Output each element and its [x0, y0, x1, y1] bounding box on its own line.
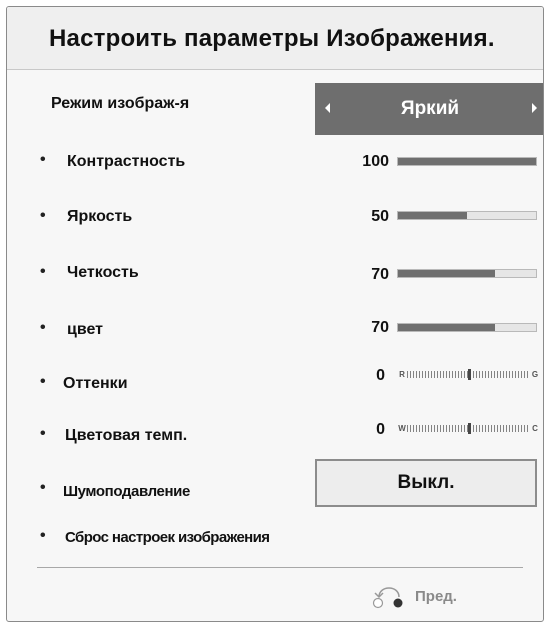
panel-title: Настроить параметры Изображения.: [49, 25, 495, 52]
slider-fill: [398, 324, 495, 331]
setting-label-color-temp[interactable]: Цветовая темп.: [65, 427, 187, 445]
bullet-icon: •: [40, 319, 46, 336]
slider-color[interactable]: [397, 323, 537, 332]
bullet-icon: •: [40, 527, 46, 544]
color-temp-marker: [467, 423, 471, 434]
bullet-icon: •: [40, 425, 46, 442]
setting-label-sharpness[interactable]: Четкость: [67, 264, 139, 282]
right-arrow-icon[interactable]: [532, 103, 537, 113]
panel-header: Настроить параметры Изображения.: [7, 7, 543, 70]
setting-label-contrast[interactable]: Контрастность: [67, 153, 185, 171]
picture-mode-selector[interactable]: Яркий: [315, 83, 543, 135]
picture-mode-value: Яркий: [400, 98, 460, 119]
bullet-icon: •: [40, 373, 46, 390]
reset-picture-settings[interactable]: Сброс настроек изображения: [65, 529, 270, 546]
color-temp-right-label: C: [532, 424, 538, 433]
color-temp-ticks: [407, 423, 530, 434]
setting-value-color: 70: [371, 319, 389, 336]
tint-right-label: G: [531, 370, 539, 379]
setting-value-contrast: 100: [362, 153, 389, 170]
setting-label-brightness[interactable]: Яркость: [67, 208, 132, 226]
picture-settings-panel: Настроить параметры Изображения. Режим и…: [6, 6, 544, 622]
tint-ticks: [407, 369, 530, 380]
noise-reduction-button[interactable]: Выкл.: [315, 459, 537, 507]
back-button[interactable]: Пред.: [369, 583, 457, 609]
setting-value-sharpness: 70: [371, 266, 389, 283]
setting-value-tint: 0: [376, 367, 385, 384]
slider-fill: [398, 158, 536, 165]
bullet-icon: •: [40, 151, 46, 168]
tint-left-label: R: [399, 370, 405, 379]
bullet-icon: •: [40, 263, 46, 280]
color-temp-scale[interactable]: W C: [398, 423, 539, 434]
slider-fill: [398, 270, 495, 277]
setting-label-noise-reduction[interactable]: Шумоподавление: [63, 483, 190, 500]
color-temp-left-label: W: [398, 424, 406, 433]
bullet-icon: •: [40, 479, 46, 496]
return-icon: [372, 587, 403, 609]
setting-label-tint[interactable]: Оттенки: [63, 375, 128, 393]
setting-value-color-temp: 0: [376, 421, 385, 438]
slider-sharpness[interactable]: [397, 269, 537, 278]
tint-scale[interactable]: R G: [398, 369, 539, 380]
bullet-icon: •: [40, 207, 46, 224]
slider-contrast[interactable]: [397, 157, 537, 166]
tint-marker: [467, 369, 471, 380]
setting-value-brightness: 50: [371, 208, 389, 225]
footer-divider: [37, 567, 523, 568]
back-label: Пред.: [415, 587, 457, 605]
left-arrow-icon[interactable]: [325, 103, 330, 113]
picture-mode-label: Режим изображ-я: [51, 95, 190, 112]
slider-brightness[interactable]: [397, 211, 537, 220]
setting-label-color[interactable]: цвет: [67, 321, 103, 339]
slider-fill: [398, 212, 467, 219]
